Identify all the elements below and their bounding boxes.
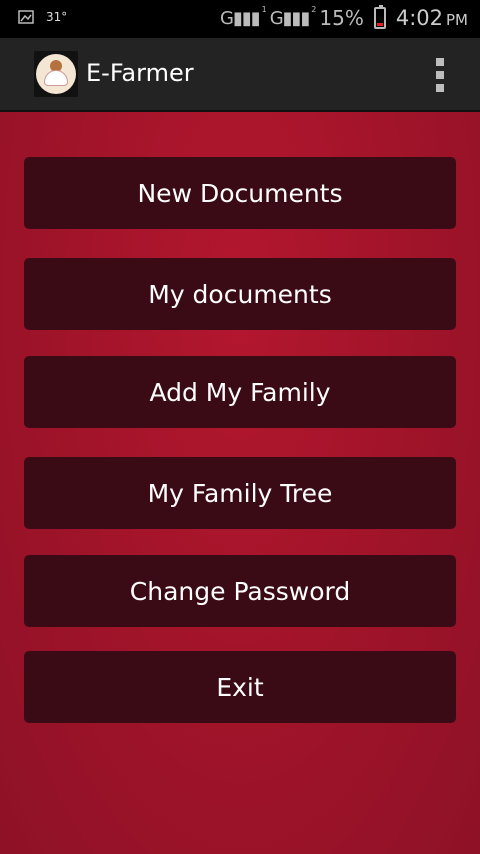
overflow-dot (436, 84, 444, 92)
battery-percent: 15% (319, 6, 364, 30)
signal-sim2-icon: G▮▮▮ 2 (269, 4, 317, 29)
status-bar: 31° G▮▮▮ 1 G▮▮▮ 2 15% 4:02 PM (0, 0, 480, 38)
clock: 4:02 PM (396, 6, 468, 30)
sim2-label: 2 (311, 4, 316, 14)
battery-level (376, 23, 383, 26)
farmer-logo-icon[interactable] (34, 51, 78, 97)
status-left: 31° (18, 10, 67, 24)
my-family-tree-button[interactable]: My Family Tree (24, 457, 456, 529)
overflow-dot (436, 58, 444, 66)
change-password-button[interactable]: Change Password (24, 555, 456, 627)
temperature-text: 31° (46, 10, 68, 24)
gallery-notification-icon (18, 10, 34, 24)
network-type-2: G (269, 7, 284, 29)
clock-time: 4:02 (395, 6, 443, 30)
add-my-family-button[interactable]: Add My Family (24, 356, 456, 428)
signal-sim1-icon: G▮▮▮ 1 (220, 4, 267, 29)
battery-icon (373, 5, 386, 29)
exit-button[interactable]: Exit (24, 651, 456, 723)
clock-ampm: PM (446, 11, 468, 29)
app-title: E-Farmer (86, 59, 194, 87)
status-right: G▮▮▮ 1 G▮▮▮ 2 15% 4:02 PM (220, 4, 468, 31)
sim1-label: 1 (261, 4, 267, 14)
new-documents-button[interactable]: New Documents (24, 157, 456, 229)
my-documents-button[interactable]: My documents (24, 258, 456, 330)
overflow-menu-icon[interactable] (430, 58, 450, 92)
logo-image (36, 54, 76, 94)
action-bar: E-Farmer (0, 38, 480, 112)
network-type-1: G (220, 7, 234, 29)
overflow-dot (436, 71, 444, 79)
